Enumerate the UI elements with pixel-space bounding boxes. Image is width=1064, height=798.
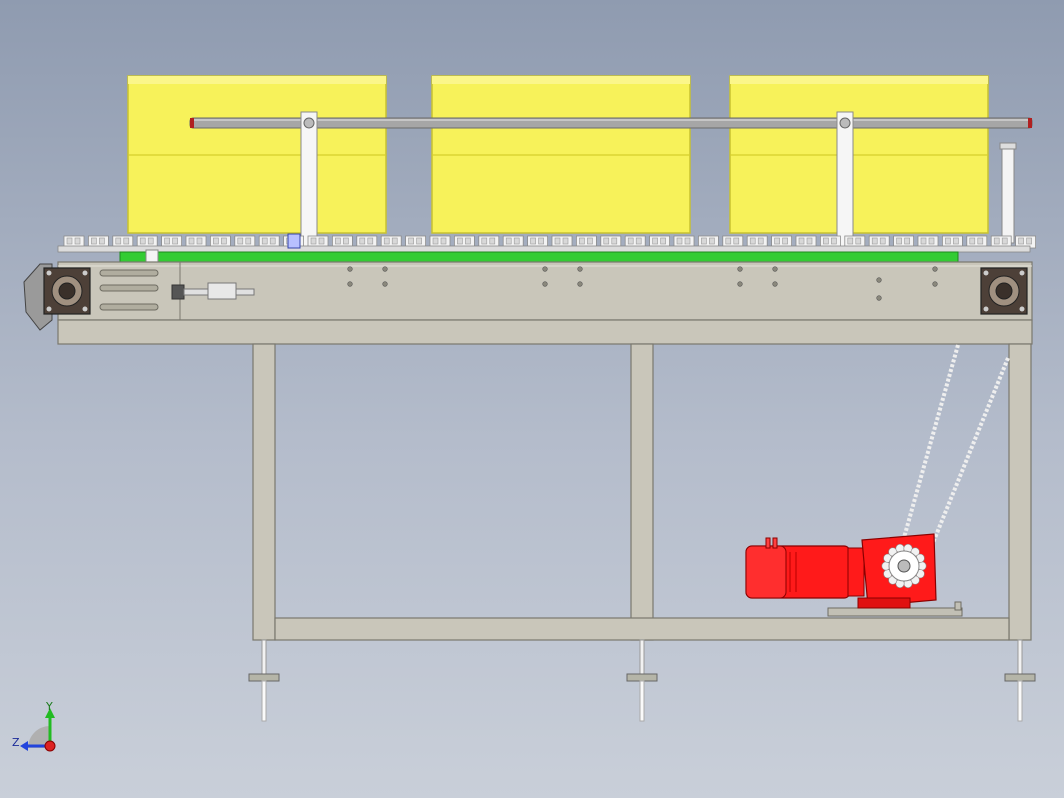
mounting-hole	[876, 295, 882, 301]
product-box-2	[431, 75, 691, 234]
leveling-foot-left	[248, 639, 280, 722]
mounting-hole	[876, 277, 882, 283]
mounting-hole	[577, 266, 583, 272]
mounting-hole	[382, 266, 388, 272]
right-end-bearing	[980, 267, 1028, 315]
drive-chain	[898, 344, 1010, 561]
product-boxes	[127, 75, 989, 234]
mounting-hole	[772, 266, 778, 272]
mounting-hole	[347, 281, 353, 287]
coordinate-triad: Y Z	[12, 700, 56, 752]
sensor-marker	[287, 233, 301, 249]
z-axis-label: Z	[12, 736, 20, 749]
end-guide-post	[999, 142, 1017, 244]
mounting-hole	[347, 266, 353, 272]
drive-sprocket	[881, 543, 927, 589]
product-box-3	[729, 75, 989, 234]
chain-links	[57, 235, 1036, 253]
z-axis-arrowhead	[20, 741, 28, 751]
cad-viewport[interactable]: Y Z	[0, 0, 1064, 798]
mounting-hole	[577, 281, 583, 287]
mounting-hole	[542, 281, 548, 287]
support-stand	[248, 343, 1036, 722]
mounting-hole	[772, 281, 778, 287]
mounting-hole	[737, 266, 743, 272]
mounting-hole	[382, 281, 388, 287]
conveyor-side-frame	[57, 261, 1033, 345]
x-axis-origin-dot	[44, 740, 56, 752]
conveyor-belt	[119, 251, 959, 263]
product-box-1	[127, 75, 387, 234]
mounting-hole	[932, 266, 938, 272]
belt-clip	[145, 249, 159, 263]
leveling-foot-right	[1004, 639, 1036, 722]
mounting-hole	[932, 281, 938, 287]
y-axis-label: Y	[45, 700, 53, 713]
mounting-hole	[542, 266, 548, 272]
mounting-hole	[737, 281, 743, 287]
leveling-foot-middle	[626, 639, 658, 722]
